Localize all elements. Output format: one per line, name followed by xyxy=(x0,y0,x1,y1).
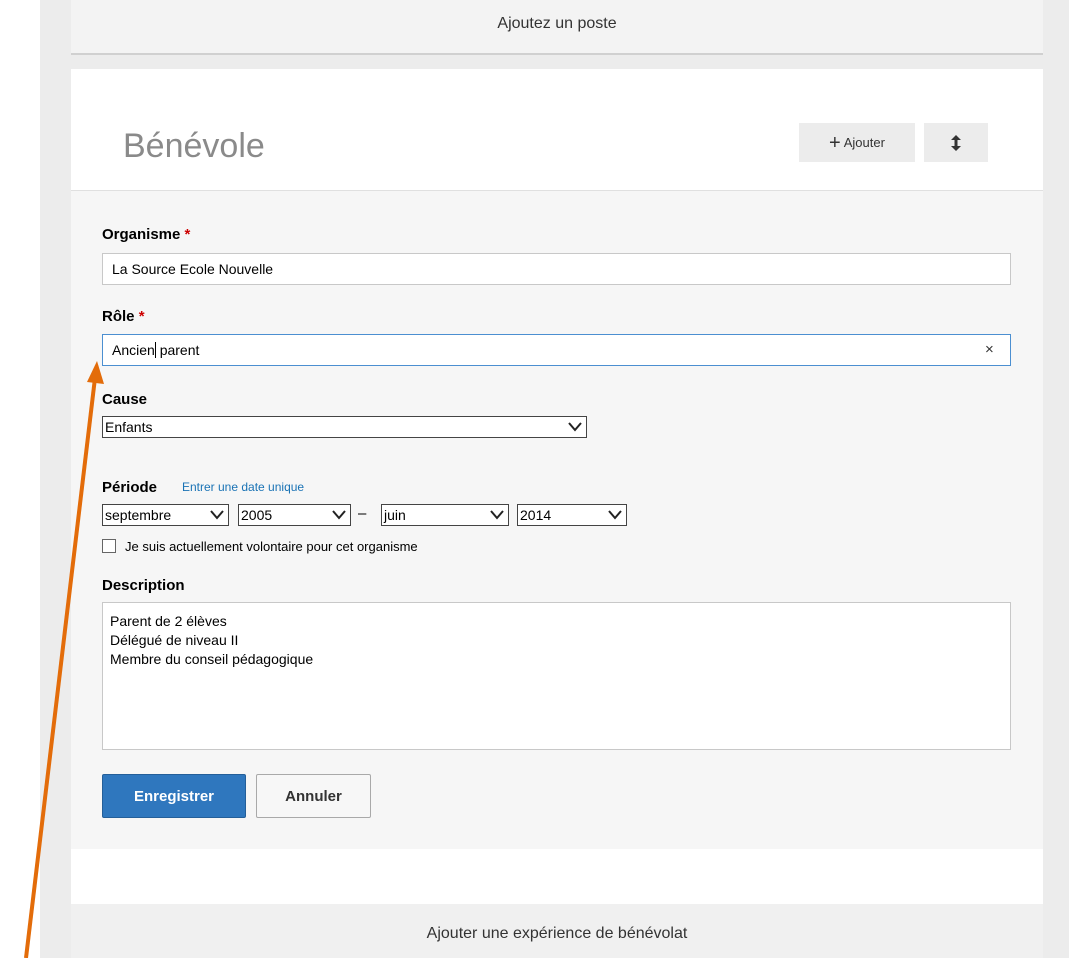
end-year-select[interactable]: 2014 xyxy=(517,504,627,526)
end-month-value: juin xyxy=(384,507,406,523)
end-year-value: 2014 xyxy=(520,507,552,523)
start-year-value: 2005 xyxy=(241,507,273,523)
single-date-link[interactable]: Entrer une date unique xyxy=(182,480,304,494)
section-title: Bénévole xyxy=(123,127,265,165)
chevron-down-icon xyxy=(332,510,346,520)
cause-select[interactable]: Enfants xyxy=(102,416,587,438)
start-year-select[interactable]: 2005 xyxy=(238,504,351,526)
description-line: Délégué de niveau II xyxy=(110,632,239,648)
start-month-select[interactable]: septembre xyxy=(102,504,229,526)
add-position-title[interactable]: Ajoutez un poste xyxy=(71,15,1043,33)
currently-volunteer-checkbox[interactable] xyxy=(102,539,116,553)
role-value-end: parent xyxy=(155,342,200,358)
description-line: Membre du conseil pédagogique xyxy=(110,651,314,667)
reorder-button[interactable] xyxy=(924,123,988,162)
cause-selected: Enfants xyxy=(105,419,153,435)
close-icon[interactable]: × xyxy=(985,341,994,358)
required-mark: * xyxy=(184,226,191,243)
role-label-text: Rôle xyxy=(102,308,135,325)
currently-volunteer-label[interactable]: Je suis actuellement volontaire pour cet… xyxy=(125,539,418,554)
organisme-label: Organisme * xyxy=(102,226,190,243)
form-footer-spacer xyxy=(71,849,1043,904)
chevron-down-icon xyxy=(210,510,224,520)
organisme-label-text: Organisme xyxy=(102,226,181,243)
end-month-select[interactable]: juin xyxy=(381,504,509,526)
add-button[interactable]: + Ajouter xyxy=(799,123,915,162)
periode-label: Période xyxy=(102,479,158,496)
organisme-value: La Source Ecole Nouvelle xyxy=(112,261,274,277)
role-input[interactable]: Ancien parent xyxy=(102,334,1011,366)
chevron-down-icon xyxy=(568,422,582,432)
volunteer-section-header: Bénévole + Ajouter xyxy=(71,69,1043,191)
add-button-label: Ajouter xyxy=(843,135,885,150)
cause-label: Cause xyxy=(102,391,148,408)
organisme-input[interactable]: La Source Ecole Nouvelle xyxy=(102,253,1011,285)
description-textarea[interactable]: Parent de 2 élèves Délégué de niveau II … xyxy=(102,602,1011,750)
role-label: Rôle * xyxy=(102,308,145,325)
add-volunteer-experience-card[interactable]: Ajouter une expérience de bénévolat xyxy=(71,904,1043,958)
cancel-button[interactable]: Annuler xyxy=(256,774,371,818)
description-label: Description xyxy=(102,577,185,594)
required-mark: * xyxy=(138,308,145,325)
role-value-start: Ancien xyxy=(112,342,155,358)
chevron-down-icon xyxy=(490,510,504,520)
add-position-card[interactable]: Ajoutez un poste xyxy=(71,0,1043,55)
save-button[interactable]: Enregistrer xyxy=(102,774,246,818)
vertical-arrows-icon xyxy=(951,134,961,151)
start-month-value: septembre xyxy=(105,507,172,523)
add-volunteer-experience-title[interactable]: Ajouter une expérience de bénévolat xyxy=(71,925,1043,943)
chevron-down-icon xyxy=(608,510,622,520)
description-line: Parent de 2 élèves xyxy=(110,613,227,629)
period-separator: – xyxy=(358,505,367,522)
plus-icon: + xyxy=(829,131,841,154)
